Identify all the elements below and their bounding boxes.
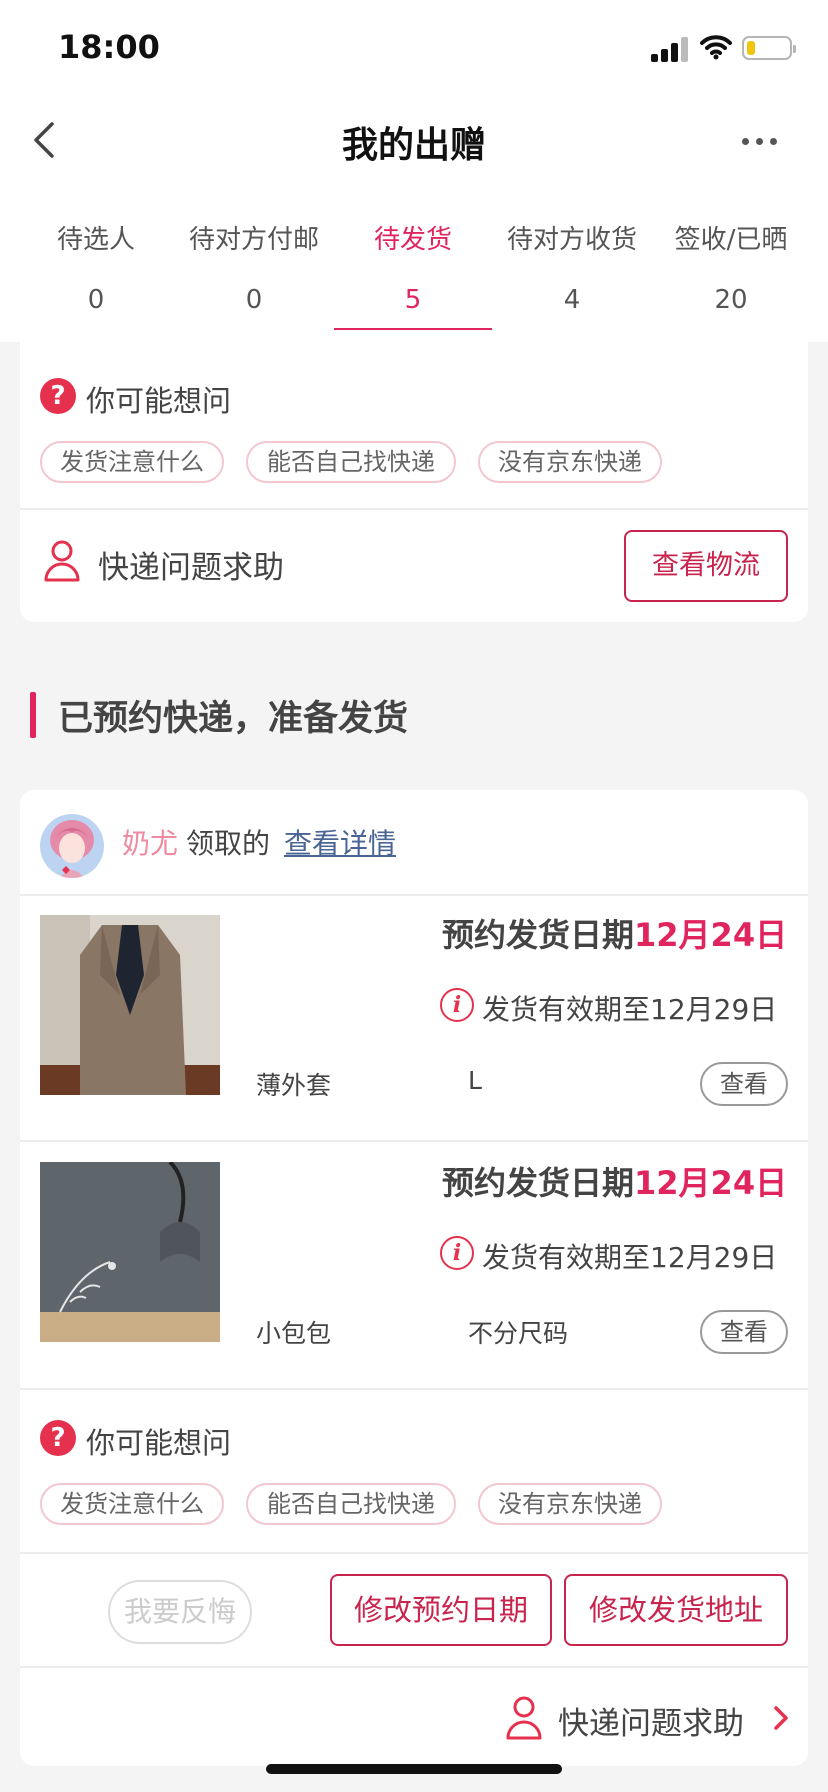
chevron-right-icon[interactable] xyxy=(772,1704,790,1732)
scheduled-ship-date: 预约发货日期12月24日 xyxy=(442,1158,787,1204)
faq-title: 你可能想问 xyxy=(86,384,232,418)
item-size: 不分尺码 xyxy=(468,1319,569,1348)
courier-help-text[interactable]: 快递问题求助 xyxy=(98,542,284,587)
item-name: 薄外套 xyxy=(256,1071,332,1100)
divider xyxy=(20,508,808,510)
home-indicator xyxy=(266,1764,562,1774)
ship-validity: 发货有效期至12月29日 xyxy=(482,1241,778,1274)
section-accent-bar xyxy=(30,692,36,738)
taken-label: 领取的 xyxy=(186,827,271,860)
item-photo-bag[interactable] xyxy=(40,1162,220,1342)
faq-chip[interactable]: 没有京东快递 xyxy=(478,1483,662,1525)
courier-help-text[interactable]: 快递问题求助 xyxy=(558,1698,744,1743)
ship-date-value: 12月24日 xyxy=(634,1164,788,1202)
person-icon xyxy=(506,1696,542,1740)
question-icon: ? xyxy=(40,378,76,414)
tab-received[interactable]: 签收/已晒 20 xyxy=(652,220,810,340)
change-address-button[interactable]: 修改发货地址 xyxy=(564,1574,788,1646)
tab-pending-receipt[interactable]: 待对方收货 4 xyxy=(492,220,652,340)
tab-label: 待选人 xyxy=(56,225,135,255)
ship-date-label: 预约发货日期 xyxy=(442,916,635,954)
status-time: 18:00 xyxy=(58,28,160,66)
divider xyxy=(20,894,808,896)
divider xyxy=(20,1388,808,1390)
divider xyxy=(20,1140,808,1142)
wifi-icon xyxy=(700,35,732,60)
tab-label: 待发货 xyxy=(373,225,452,255)
tab-count: 0 xyxy=(245,285,263,315)
faq-chip[interactable]: 发货注意什么 xyxy=(40,441,224,483)
view-item-button[interactable]: 查看 xyxy=(700,1310,788,1354)
tab-count: 5 xyxy=(404,285,422,315)
page-title: 我的出赠 xyxy=(341,125,486,166)
battery-icon xyxy=(742,36,796,60)
regret-button[interactable]: 我要反悔 xyxy=(108,1580,252,1644)
tab-count: 0 xyxy=(87,285,105,315)
tab-count: 20 xyxy=(714,285,748,315)
item-size: L xyxy=(468,1066,482,1095)
tab-pending-postage[interactable]: 待对方付邮 0 xyxy=(172,220,336,340)
tab-label: 待对方付邮 xyxy=(188,225,319,255)
divider xyxy=(20,1666,808,1668)
tab-label: 签收/已晒 xyxy=(674,225,788,255)
ship-date-label: 预约发货日期 xyxy=(442,1164,635,1202)
faq-chip[interactable]: 发货注意什么 xyxy=(40,1483,224,1525)
section-title: 已预约快递，准备发货 xyxy=(58,699,409,739)
info-icon: i xyxy=(440,988,474,1022)
faq-chip[interactable]: 能否自己找快递 xyxy=(246,441,456,483)
change-date-button[interactable]: 修改预约日期 xyxy=(330,1574,552,1646)
tab-label: 待对方收货 xyxy=(506,225,637,255)
view-item-button[interactable]: 查看 xyxy=(700,1062,788,1106)
more-icon[interactable] xyxy=(742,138,778,146)
faq-chip[interactable]: 能否自己找快递 xyxy=(246,1483,456,1525)
view-logistics-button[interactable]: 查看物流 xyxy=(624,530,788,602)
tab-count: 4 xyxy=(563,285,581,315)
item-photo-jacket[interactable] xyxy=(40,915,220,1095)
faq-title: 你可能想问 xyxy=(86,1426,232,1460)
receiver-name[interactable]: 奶尤 xyxy=(122,822,178,862)
avatar[interactable] xyxy=(40,814,104,878)
divider xyxy=(20,1552,808,1554)
view-details-link[interactable]: 查看详情 xyxy=(284,822,396,862)
ship-date-value: 12月24日 xyxy=(634,916,788,954)
tab-pending-select[interactable]: 待选人 0 xyxy=(20,220,172,340)
faq-chip[interactable]: 没有京东快递 xyxy=(478,441,662,483)
info-icon: i xyxy=(440,1236,474,1270)
signal-icon xyxy=(651,36,691,62)
tab-pending-shipment[interactable]: 待发货 5 xyxy=(334,220,492,340)
question-icon: ? xyxy=(40,1420,76,1456)
scheduled-ship-date: 预约发货日期12月24日 xyxy=(442,910,787,956)
item-name: 小包包 xyxy=(256,1319,332,1348)
person-icon xyxy=(44,540,80,582)
ship-validity: 发货有效期至12月29日 xyxy=(482,993,778,1026)
